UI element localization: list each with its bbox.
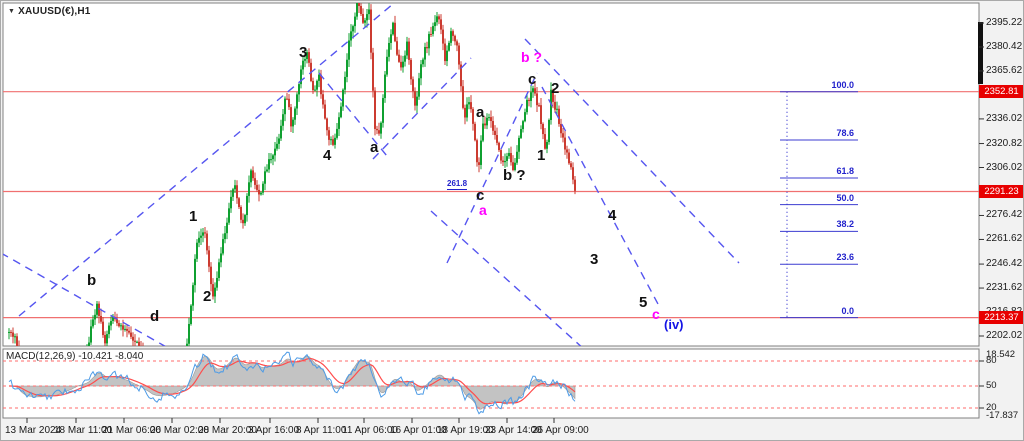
symbol-title-text: XAUUSD(€),H1 bbox=[18, 6, 90, 17]
dropdown-icon: ▼ bbox=[8, 8, 15, 15]
price-scale-marker bbox=[978, 22, 983, 84]
price-chart-canvas[interactable] bbox=[1, 1, 1024, 441]
indicator-label: MACD(12,26,9) -10.421 -8.040 bbox=[6, 351, 143, 362]
symbol-title[interactable]: ▼XAUUSD(€),H1 bbox=[8, 6, 91, 17]
chart-window: 100.078.661.850.038.223.60.0261.82395.22… bbox=[0, 0, 1024, 441]
